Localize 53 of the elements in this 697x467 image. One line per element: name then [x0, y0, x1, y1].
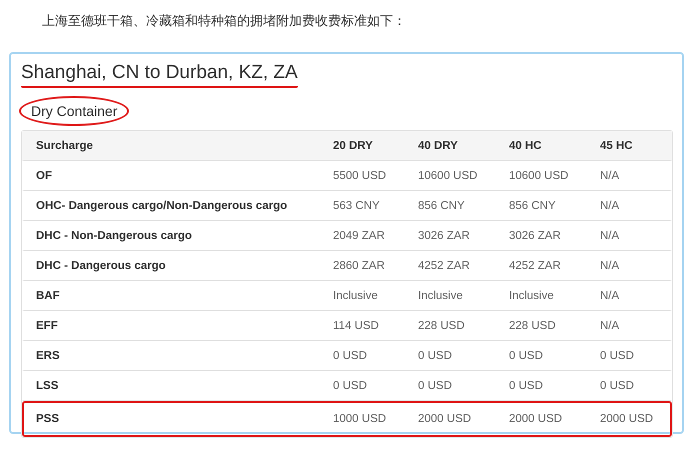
table-cell-text: N/A [600, 200, 620, 212]
table-cell-text: 0 USD [600, 350, 635, 362]
table-cell-text: 228 USD [509, 320, 557, 332]
table-cell-text: 3026 ZAR [509, 230, 562, 242]
table-cell-text: N/A [600, 170, 620, 182]
table-cell-text: 856 CNY [509, 200, 557, 212]
table-cell-text: 228 USD [418, 320, 466, 332]
table-cell-text: 0 USD [509, 350, 544, 362]
table-cell-text: 10600 USD [509, 170, 570, 182]
table-cell-text: 1000 USD [333, 413, 388, 425]
column-header: 20 DRY [333, 140, 374, 152]
column-header: 40 DRY [418, 140, 459, 152]
table-cell-text: 2000 USD [418, 413, 472, 425]
table-cell-text: 3026 ZAR [418, 230, 471, 242]
table-cell-text: 5500 USD [333, 170, 388, 182]
route-title: Shanghai, CN to Durban, KZ, ZA [21, 62, 298, 88]
table-cell-text: 2049 ZAR [333, 230, 386, 242]
table-cell-text: Inclusive [333, 290, 379, 302]
table-cell-text: Inclusive [509, 290, 555, 302]
table-cell-text: ERS [36, 350, 61, 362]
table-cell-text: 2860 ZAR [333, 260, 386, 272]
intro-text: 上海至德班干箱、冷藏箱和特种箱的拥堵附加费收费标准如下： [41, 13, 407, 31]
table-cell-text: 4252 ZAR [509, 260, 562, 272]
table-cell-text: 2000 USD [600, 413, 654, 425]
table-cell-text: 563 CNY [333, 200, 381, 212]
table-cell-text: 0 USD [600, 380, 635, 392]
table-cell-text: 4252 ZAR [418, 260, 471, 272]
table-cell-text: BAF [36, 290, 61, 302]
table-cell-text: 0 USD [333, 350, 368, 362]
table-cell-text: LSS [36, 380, 60, 392]
column-header: 40 HC [509, 140, 543, 152]
section-heading: Dry Container [19, 96, 130, 126]
table-cell-text: 0 USD [418, 350, 453, 362]
table-cell-text: N/A [600, 290, 620, 302]
table-cell-text: EFF [36, 320, 59, 332]
table-cell-text: OHC- Dangerous cargo/Non-Dangerous cargo [36, 200, 288, 212]
table-cell-text: 856 CNY [418, 200, 466, 212]
table-cell-text: Inclusive [418, 290, 464, 302]
table-cell-text: OF [36, 170, 53, 182]
table-cell-text: N/A [600, 320, 620, 332]
table-cell-text: 114 USD [333, 320, 380, 332]
table-cell-text: PSS [36, 413, 60, 425]
table-cell-text: 10600 USD [418, 170, 478, 182]
table-cell-text: 2000 USD [509, 413, 564, 425]
table-cell-text: 0 USD [509, 380, 544, 392]
table-cell-text: N/A [600, 260, 620, 272]
column-header: 45 HC [600, 140, 634, 152]
table-cell-text: N/A [600, 230, 620, 242]
table-cell-text: 0 USD [333, 380, 368, 392]
table-cell-text: 0 USD [418, 380, 453, 392]
table-cell-text: DHC - Non-Dangerous cargo [36, 230, 193, 242]
column-header: Surcharge [36, 140, 94, 152]
table-cell-text: DHC - Dangerous cargo [36, 260, 167, 272]
